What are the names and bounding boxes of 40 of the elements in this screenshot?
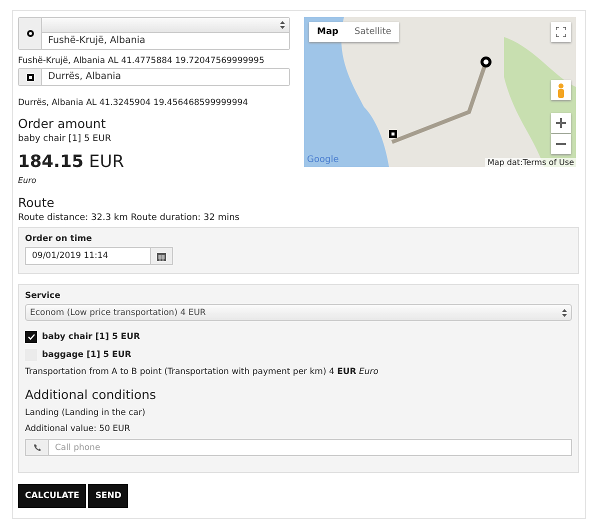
fullscreen-icon <box>556 27 566 37</box>
map-type-tab[interactable]: Satellite <box>346 22 400 42</box>
zoom-out-button[interactable] <box>551 134 571 154</box>
action-button[interactable]: CALCULATE <box>18 484 86 508</box>
action-button[interactable]: SEND <box>88 484 128 508</box>
checkmark-icon <box>28 334 34 340</box>
destination-details: Durrës, Albania AL 41.3245904 19.456468599999994 <box>18 98 250 108</box>
order-total: 184.15 EUR <box>18 152 126 172</box>
option-label: baby chair [1] 5 EUR <box>42 332 140 342</box>
map-logo: Google <box>307 155 339 165</box>
zoom-in-button[interactable] <box>551 113 571 133</box>
route-info: Route distance: 32.3 km Route duration: 32 mins <box>18 213 240 223</box>
fullscreen-button[interactable] <box>551 22 571 42</box>
service-label: Service <box>25 291 62 301</box>
condition-text: Additional value: 50 EUR <box>25 424 132 434</box>
calendar-button[interactable] <box>150 248 172 264</box>
checkbox[interactable] <box>25 331 37 343</box>
map-attribution[interactable]: Map dat:Terms of Use <box>485 158 576 167</box>
phone-field[interactable]: Call phone <box>48 439 572 456</box>
option-label: baggage [1] 5 EUR <box>42 350 132 360</box>
select-arrows-icon <box>280 21 285 29</box>
service-select[interactable]: Econom (Low price transportation) 4 EUR <box>25 304 572 321</box>
select-arrows-icon <box>562 308 567 316</box>
calendar-icon <box>157 252 166 260</box>
map-type-tab[interactable]: Map <box>309 22 346 42</box>
order-time-label: Order on time <box>25 234 93 244</box>
order-amount-heading: Order amount <box>18 116 107 131</box>
phone-icon <box>34 444 40 451</box>
origin-details: Fushë-Krujë, Albania AL 41.4775884 19.72047569999995 <box>18 56 266 66</box>
plus-icon <box>556 118 566 128</box>
marker-icon <box>26 30 34 37</box>
minus-icon <box>556 143 566 145</box>
service-summary: Transportation from A to B point (Transportation with payment per km) 4 EUR Euro <box>25 367 380 377</box>
additional-conditions-heading: Additional conditions <box>25 387 158 402</box>
person-icon <box>557 82 565 98</box>
currency-name: Euro <box>18 176 38 185</box>
condition-text: Landing (Landing in the car) <box>25 408 146 418</box>
route-heading: Route <box>18 195 56 210</box>
date-time-field[interactable]: 09/01/2019 11:14 <box>25 247 173 265</box>
order-item: baby chair [1] 5 EUR <box>18 134 112 144</box>
